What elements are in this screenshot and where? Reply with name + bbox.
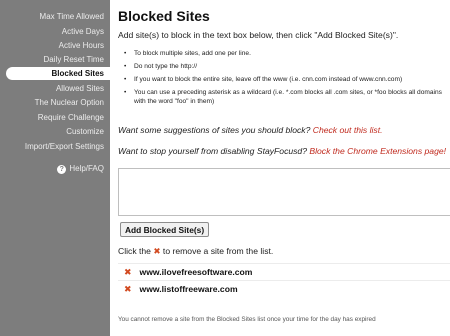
sidebar-item-require-challenge[interactable]: Require Challenge xyxy=(0,113,104,123)
blocked-site-url: www.ilovefreesoftware.com xyxy=(139,267,253,277)
instructions-list: To block multiple sites, add one per lin… xyxy=(124,49,450,110)
page-title: Blocked Sites xyxy=(118,8,210,24)
instruction-item: You can use a preceding asterisk as a wi… xyxy=(124,88,450,106)
list-item: ✖ www.ilovefreesoftware.com xyxy=(118,263,450,280)
instruction-item: If you want to block the entire site, le… xyxy=(124,75,450,84)
check-list-link[interactable]: Check out this list. xyxy=(313,125,383,135)
intro-text: Add site(s) to block in the text box bel… xyxy=(118,30,399,40)
sidebar-item-nuclear-option[interactable]: The Nuclear Option xyxy=(0,98,104,108)
instruction-item: To block multiple sites, add one per lin… xyxy=(124,49,450,58)
main-content: Blocked Sites Add site(s) to block in th… xyxy=(110,0,450,336)
stop-disable-text: Want to stop yourself from disabling Sta… xyxy=(118,146,310,156)
remove-hint-after: to remove a site from the list. xyxy=(160,246,274,256)
instruction-item: Do not type the http:// xyxy=(124,62,450,71)
suggestions-text: Want some suggestions of sites you shoul… xyxy=(118,125,313,135)
sidebar-nav: Max Time Allowed Active Days Active Hour… xyxy=(0,0,110,336)
help-faq-link[interactable]: ? Help/FAQ xyxy=(57,164,104,174)
list-item: ✖ www.listoffreeware.com xyxy=(118,280,450,297)
blocked-sites-textarea[interactable] xyxy=(118,168,450,216)
blocked-sites-list: ✖ www.ilovefreesoftware.com ✖ www.listof… xyxy=(118,263,450,297)
sidebar-item-daily-reset-time[interactable]: Daily Reset Time xyxy=(0,55,104,65)
remove-x-icon: ✖ xyxy=(153,246,161,256)
question-icon: ? xyxy=(57,164,67,174)
sidebar-item-active-days[interactable]: Active Days xyxy=(0,27,104,37)
sidebar-item-import-export[interactable]: Import/Export Settings xyxy=(0,142,104,152)
help-faq-label: Help/FAQ xyxy=(69,164,104,173)
sidebar-item-blocked-sites[interactable]: Blocked Sites xyxy=(6,67,110,80)
sidebar-item-max-time-allowed[interactable]: Max Time Allowed xyxy=(0,12,104,22)
blocked-site-url: www.listoffreeware.com xyxy=(139,284,238,294)
suggestions-line: Want some suggestions of sites you shoul… xyxy=(118,125,382,135)
sidebar-item-active-hours[interactable]: Active Hours xyxy=(0,41,104,51)
stop-disable-line: Want to stop yourself from disabling Sta… xyxy=(118,146,446,156)
remove-hint: Click the ✖ to remove a site from the li… xyxy=(118,246,273,257)
sidebar-item-customize[interactable]: Customize xyxy=(0,127,104,137)
remove-site-icon[interactable]: ✖ xyxy=(124,267,132,278)
block-extensions-link[interactable]: Block the Chrome Extensions page! xyxy=(309,146,446,156)
remove-hint-before: Click the xyxy=(118,246,154,256)
add-blocked-sites-button[interactable]: Add Blocked Site(s) xyxy=(120,222,210,237)
expired-time-note: You cannot remove a site from the Blocke… xyxy=(118,316,376,323)
sidebar-item-allowed-sites[interactable]: Allowed Sites xyxy=(0,84,104,94)
remove-site-icon[interactable]: ✖ xyxy=(124,284,132,295)
